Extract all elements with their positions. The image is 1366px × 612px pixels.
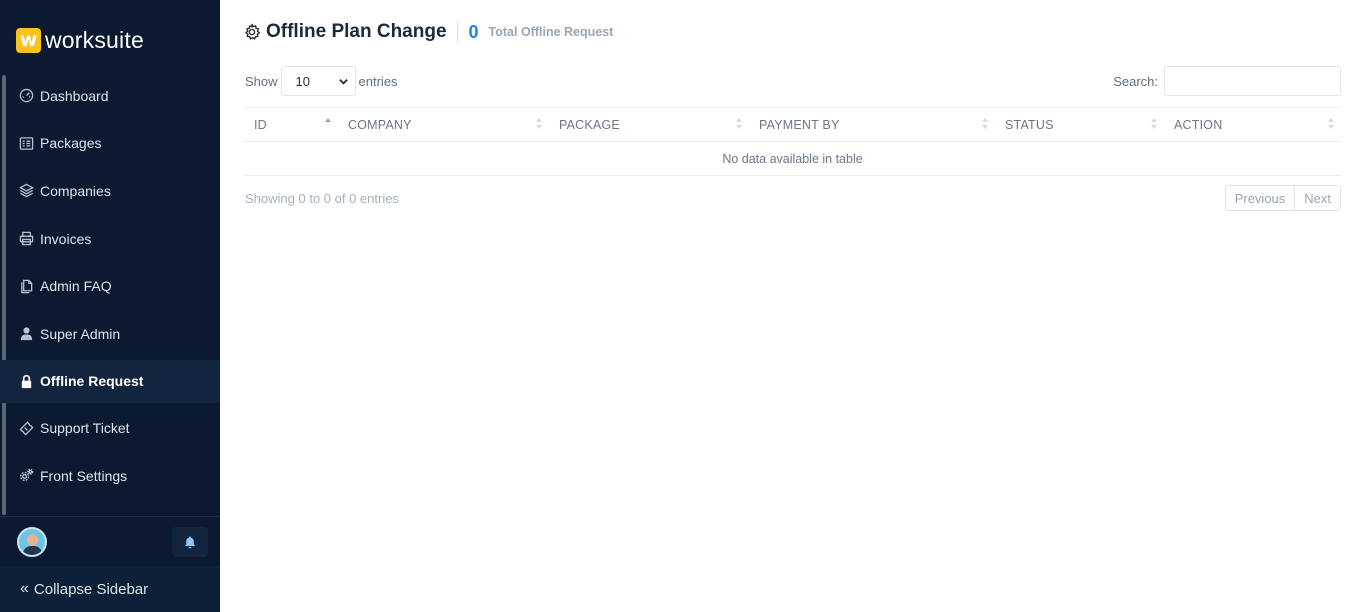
sidebar-item-support-ticket[interactable]: Support Ticket [0, 405, 220, 453]
pagination: Previous Next [1224, 185, 1341, 211]
column-header-id[interactable]: ID [244, 107, 338, 142]
sidebar-item-offline-request[interactable]: Offline Request [0, 359, 220, 403]
layers-icon [18, 183, 34, 199]
previous-page-button[interactable]: Previous [1226, 186, 1295, 210]
notifications-button[interactable] [172, 527, 208, 557]
sidebar: w worksuite Dashboard Packages Companies [0, 0, 220, 612]
entries-label: entries [358, 73, 398, 89]
sort-icon [736, 117, 743, 131]
gear-icon [243, 23, 261, 41]
column-header-label: ID [254, 117, 267, 132]
column-header-label: PAYMENT BY [759, 117, 840, 132]
sidebar-item-packages[interactable]: Packages [0, 120, 220, 168]
sidebar-item-label: Companies [40, 182, 111, 199]
search-input[interactable] [1164, 66, 1341, 96]
column-header-label: PACKAGE [559, 117, 620, 132]
double-chevron-left-icon: « [20, 580, 29, 597]
brand-name: worksuite [45, 26, 144, 53]
table-header-row: ID COMPANY PACKAGE PAYMENT BY STATUS ACT… [244, 107, 1341, 142]
sort-icon [1328, 117, 1335, 131]
sort-icon [982, 117, 989, 131]
sidebar-item-label: Offline Request [40, 373, 144, 390]
page-title: Offline Plan Change [266, 21, 447, 42]
entries-select[interactable]: 10 [280, 66, 356, 96]
ticket-icon [18, 420, 34, 436]
next-page-button[interactable]: Next [1294, 186, 1340, 210]
sidebar-item-label: Invoices [40, 230, 92, 247]
column-header-package[interactable]: PACKAGE [549, 107, 749, 142]
show-label: Show [245, 73, 278, 89]
main-content: Offline Plan Change 0 Total Offline Requ… [220, 0, 1366, 612]
column-header-status[interactable]: STATUS [995, 107, 1164, 142]
chevron-down-icon [338, 76, 349, 87]
sidebar-footer [0, 516, 220, 566]
table-info: Showing 0 to 0 of 0 entries [245, 191, 399, 206]
column-header-label: ACTION [1174, 117, 1223, 132]
sidebar-item-invoices[interactable]: Invoices [0, 215, 220, 263]
dashboard-icon [18, 88, 34, 104]
entries-length-control: Show 10 entries [245, 66, 398, 96]
column-header-payment-by[interactable]: PAYMENT BY [749, 107, 995, 142]
sidebar-item-admin-faq[interactable]: Admin FAQ [0, 262, 220, 310]
sidebar-item-label: Admin FAQ [40, 278, 112, 295]
user-icon [18, 326, 34, 342]
column-header-label: COMPANY [348, 117, 412, 132]
document-icon [18, 278, 34, 294]
offline-requests-table: ID COMPANY PACKAGE PAYMENT BY STATUS ACT… [244, 107, 1341, 176]
column-header-label: STATUS [1005, 117, 1054, 132]
lock-icon [18, 373, 34, 389]
header-divider [456, 22, 458, 42]
avatar[interactable] [17, 527, 47, 557]
sidebar-item-super-admin[interactable]: Super Admin [0, 310, 220, 358]
bell-icon [183, 535, 197, 549]
sort-ascending-icon [325, 117, 332, 131]
table-search: Search: [1113, 66, 1341, 96]
collapse-sidebar-button[interactable]: « Collapse Sidebar [0, 566, 220, 612]
sidebar-item-front-settings[interactable]: Front Settings [0, 452, 220, 500]
sidebar-item-companies[interactable]: Companies [0, 167, 220, 215]
printer-icon [18, 231, 34, 247]
sidebar-item-dashboard[interactable]: Dashboard [0, 72, 220, 120]
brand-logo[interactable]: w worksuite [16, 26, 144, 54]
table-empty-row: No data available in table [244, 142, 1341, 176]
offline-request-count-label: Total Offline Request [488, 25, 614, 39]
sidebar-item-label: Packages [40, 135, 102, 152]
search-label: Search: [1113, 73, 1158, 89]
column-header-action[interactable]: ACTION [1164, 107, 1341, 142]
sidebar-item-label: Front Settings [40, 467, 128, 484]
page-header: Offline Plan Change 0 Total Offline Requ… [243, 20, 613, 44]
collapse-sidebar-label: Collapse Sidebar [33, 580, 149, 598]
sidebar-item-label: Dashboard [40, 87, 109, 104]
sidebar-item-label: Super Admin [40, 325, 121, 342]
gears-icon [18, 468, 34, 484]
offline-request-count: 0 [468, 21, 479, 42]
sidebar-nav: Dashboard Packages Companies Invoices Ad… [0, 72, 220, 500]
entries-select-value: 10 [295, 73, 310, 89]
sidebar-item-label: Support Ticket [40, 420, 130, 437]
sort-icon [1151, 117, 1158, 131]
column-header-company[interactable]: COMPANY [338, 107, 549, 142]
sort-icon [536, 117, 543, 131]
packages-icon [18, 135, 34, 151]
brand-mark: w [16, 27, 41, 53]
